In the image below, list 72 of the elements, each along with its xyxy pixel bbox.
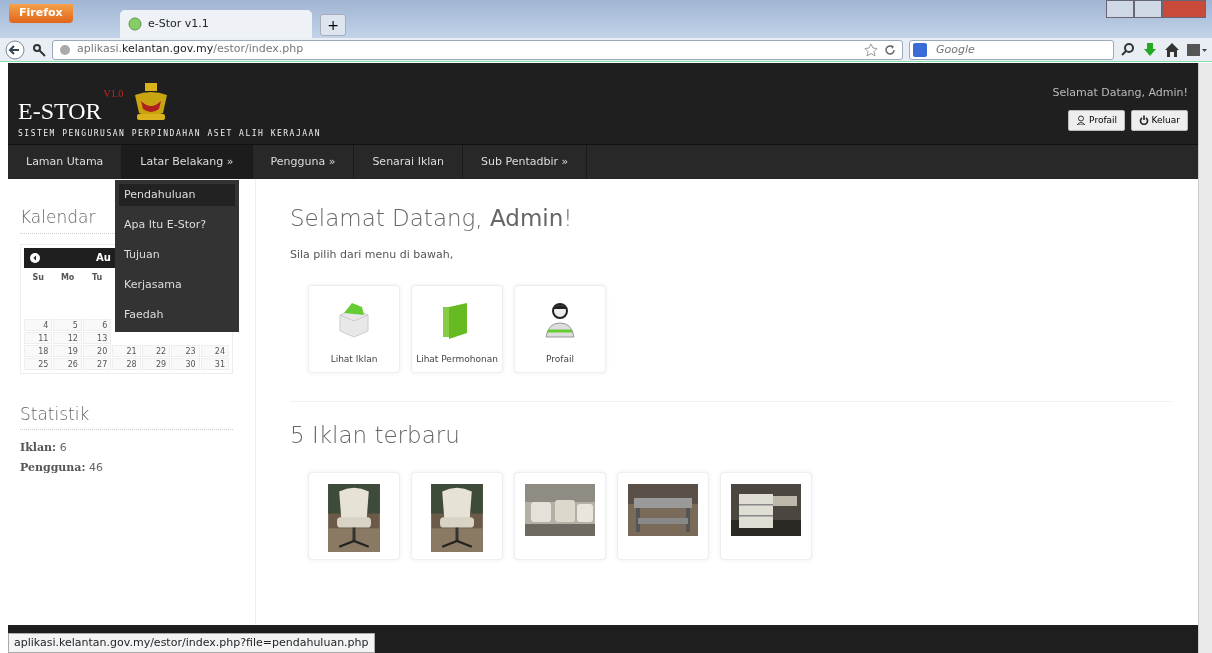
power-icon	[1138, 115, 1149, 126]
address-bar[interactable]: aplikasi.kelantan.gov.my/estor/index.php	[52, 39, 903, 60]
welcome-text: Selamat Datang, Admin!	[1052, 85, 1188, 101]
nav-item[interactable]: Senarai Iklan	[354, 145, 464, 179]
globe-icon	[128, 17, 142, 31]
day-cell[interactable]: 24	[200, 344, 229, 357]
profile-button[interactable]: Profail	[1068, 109, 1126, 131]
weekday-label: Su	[31, 271, 45, 284]
menu-item[interactable]: Pendahuluan	[119, 184, 235, 206]
previous-icon[interactable]	[30, 252, 40, 263]
day-cell[interactable]: 18	[24, 344, 53, 357]
globe-icon	[59, 43, 71, 56]
scrollbar[interactable]	[1198, 63, 1212, 653]
stat-line: Pengguna: 46	[20, 459, 105, 476]
new-tab-button[interactable]: +	[320, 14, 346, 36]
day-cell[interactable]: 26	[53, 357, 82, 370]
search-field[interactable]: Google	[909, 39, 1114, 60]
weekday-label: Mo	[59, 271, 76, 284]
user-icon	[1076, 115, 1087, 126]
menu-item[interactable]: Apa Itu E-Stor?	[119, 214, 235, 236]
month-label: Au	[96, 251, 111, 265]
section-title: Statistik	[20, 401, 233, 430]
day-cell[interactable]: 21	[112, 344, 141, 357]
section-heading: 5 Iklan terbaru	[290, 422, 461, 450]
menu-item[interactable]: Kerjasama	[119, 274, 235, 296]
day-cell[interactable]: 25	[24, 357, 53, 370]
browser-tab[interactable]: e-Stor v1.1	[120, 10, 312, 38]
intro-text: Sila pilih dari menu di bawah,	[290, 246, 455, 263]
shortcut-tile[interactable]: Lihat Permohonan	[411, 285, 503, 374]
shortcut-tile[interactable]: Profail	[514, 285, 606, 374]
url-text: aplikasi.kelantan.gov.my/estor/index.php	[77, 41, 304, 58]
back-icon[interactable]	[4, 39, 26, 60]
day-cell[interactable]: 4	[24, 318, 53, 331]
weekday-label: Tu	[90, 271, 104, 284]
download-icon[interactable]	[1142, 41, 1158, 58]
day-cell[interactable]: 30	[171, 357, 200, 370]
logout-button[interactable]: Keluar	[1130, 109, 1188, 131]
day-cell[interactable]: 20	[82, 344, 112, 357]
nav-item[interactable]: Latar Belakang »	[122, 145, 253, 179]
bookmark-icon[interactable]	[1186, 41, 1208, 58]
tile-label: Lihat Iklan	[330, 352, 378, 366]
day-cell[interactable]: 6	[82, 318, 112, 331]
home-icon[interactable]	[1164, 41, 1180, 58]
day-cell[interactable]: 19	[53, 344, 82, 357]
day-cell[interactable]: 28	[112, 357, 141, 370]
logo-text: E-STOR	[18, 99, 102, 123]
version-label: V1.0	[103, 88, 124, 100]
tagline: SISTEM PENGURUSAN PERPINDAHAN ASET ALIH KERAJAAN	[18, 128, 322, 140]
tile-label: Lihat Permohonan	[416, 352, 498, 366]
shortcut-tile[interactable]: Lihat Iklan	[308, 285, 400, 374]
maximize-button[interactable]	[1134, 0, 1162, 18]
day-cell[interactable]: 31	[200, 357, 229, 370]
day-cell[interactable]: 11	[24, 331, 53, 344]
tab-title: e-Stor v1.1	[148, 15, 209, 32]
day-cell[interactable]: 27	[82, 357, 112, 370]
day-cell[interactable]: 29	[141, 357, 171, 370]
day-cell[interactable]: 12	[53, 331, 82, 344]
day-cell[interactable]: 22	[141, 344, 171, 357]
day-cell[interactable]: 5	[53, 318, 82, 331]
star-icon[interactable]	[864, 42, 878, 57]
nav-item[interactable]: Sub Pentadbir »	[463, 145, 588, 179]
tile-label: Profail	[546, 352, 574, 366]
search-icon[interactable]	[1120, 41, 1136, 58]
status-url: aplikasi.kelantan.gov.my/estor/index.php?file=pendahuluan.php	[8, 632, 375, 653]
menu-item[interactable]: Faedah	[119, 304, 235, 326]
stat-line: Iklan: 6	[20, 440, 68, 456]
day-cell[interactable]: 23	[171, 344, 200, 357]
page-title: Selamat Datang, Admin!	[290, 205, 574, 233]
minimize-button[interactable]	[1106, 0, 1134, 18]
menu-item[interactable]: Tujuan	[119, 244, 235, 266]
day-cell[interactable]: 13	[82, 331, 112, 344]
reload-icon[interactable]	[884, 43, 896, 56]
